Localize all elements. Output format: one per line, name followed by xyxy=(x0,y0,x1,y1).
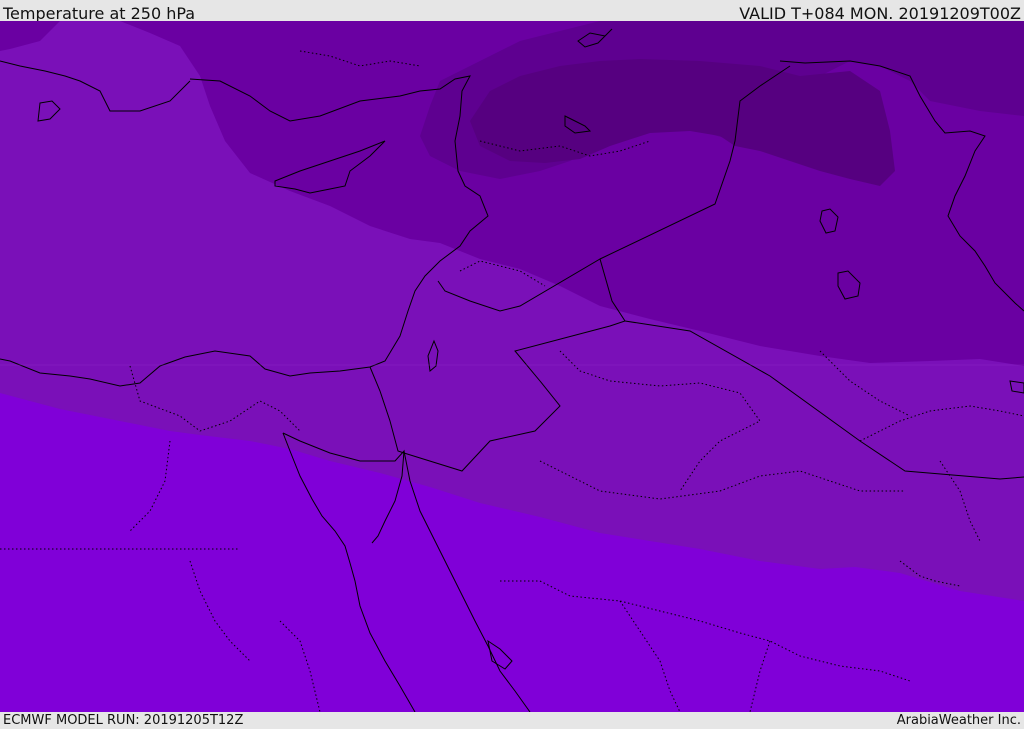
credit-label: ArabiaWeather Inc. xyxy=(896,713,1021,728)
footer-bar: ECMWF MODEL RUN: 20191205T12Z ArabiaWeat… xyxy=(0,712,1024,729)
header-bar: Temperature at 250 hPa VALID T+084 MON. … xyxy=(0,0,1024,23)
map-area[interactable] xyxy=(0,21,1024,712)
model-run: ECMWF MODEL RUN: 20191205T12Z xyxy=(3,713,244,728)
temperature-map[interactable] xyxy=(0,21,1024,712)
